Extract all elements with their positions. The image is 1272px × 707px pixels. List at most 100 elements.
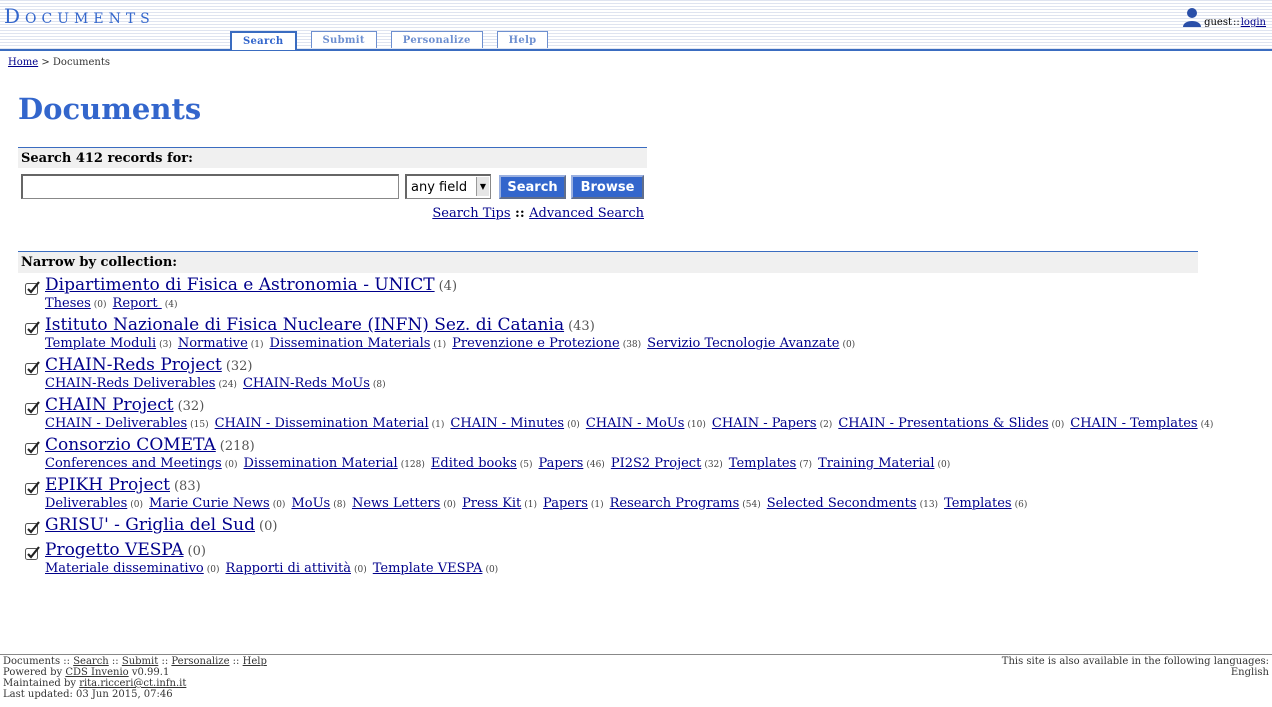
collection-link[interactable]: Dipartimento di Fisica e Astronomia - UN… bbox=[45, 275, 435, 295]
subcollection-link[interactable]: Template VESPA bbox=[373, 561, 483, 576]
subcollection-item: Deliverables (0) bbox=[45, 496, 143, 511]
subcollection-link[interactable]: News Letters bbox=[352, 496, 440, 511]
subcollection-count: (3) bbox=[159, 340, 172, 350]
breadcrumb-home[interactable]: Home bbox=[8, 57, 38, 68]
subcollection-link[interactable]: CHAIN-Reds MoUs bbox=[243, 376, 370, 391]
footer-personalize-link[interactable]: Personalize bbox=[171, 656, 229, 667]
subcollection-link[interactable]: Research Programs bbox=[610, 496, 740, 511]
user-icon bbox=[1183, 8, 1202, 27]
subcollection-link[interactable]: Prevenzione e Protezione bbox=[452, 336, 620, 351]
subcollection-item: News Letters (0) bbox=[352, 496, 456, 511]
subcollection-item: Servizio Tecnologie Avanzate (0) bbox=[647, 336, 855, 351]
subcollection-link[interactable]: Training Material bbox=[818, 456, 934, 471]
subcollection-link[interactable]: CHAIN-Reds Deliverables bbox=[45, 376, 215, 391]
subcollection-link[interactable]: Report bbox=[113, 296, 162, 311]
subcollection-count: (13) bbox=[919, 500, 939, 510]
subcollection-link[interactable]: Theses bbox=[45, 296, 91, 311]
subcollection-item: Conferences and Meetings (0) bbox=[45, 456, 237, 471]
subcollection-link[interactable]: Dissemination Material bbox=[243, 456, 397, 471]
collection-count: (83) bbox=[173, 479, 201, 494]
subcollection-item: Templates (7) bbox=[729, 456, 812, 471]
subcollection-link[interactable]: CHAIN - Templates bbox=[1070, 416, 1197, 431]
collection-checkbox-icon[interactable] bbox=[25, 546, 40, 560]
subcollection-link[interactable]: Normative bbox=[178, 336, 248, 351]
subcollection-link[interactable]: Templates bbox=[944, 496, 1012, 511]
collection-checkbox-icon[interactable] bbox=[25, 441, 40, 455]
subcollection-link[interactable]: Templates bbox=[729, 456, 797, 471]
collection-title: Consorzio COMETA (218) bbox=[45, 435, 255, 455]
maintainer-email-link[interactable]: rita.ricceri@ct.infn.it bbox=[79, 678, 186, 689]
collection-link[interactable]: CHAIN Project bbox=[45, 395, 174, 415]
search-row: any field ▼ Search Browse bbox=[18, 168, 647, 200]
subcollection-link[interactable]: Template Moduli bbox=[45, 336, 156, 351]
subcollection-link[interactable]: Conferences and Meetings bbox=[45, 456, 222, 471]
subcollection-link[interactable]: Edited books bbox=[431, 456, 517, 471]
site-logo[interactable]: Documents bbox=[4, 4, 155, 28]
login-link[interactable]: login bbox=[1241, 17, 1266, 28]
subcollection-link[interactable]: Papers bbox=[539, 456, 584, 471]
subcollection-count: (2) bbox=[819, 420, 833, 430]
subcollection-link[interactable]: PI2S2 Project bbox=[611, 456, 701, 471]
collection-link[interactable]: Istituto Nazionale di Fisica Nucleare (I… bbox=[45, 315, 564, 335]
subcollection-link[interactable]: CHAIN - MoUs bbox=[586, 416, 685, 431]
collection-link[interactable]: Progetto VESPA bbox=[45, 540, 184, 560]
subcollection-link[interactable]: Dissemination Materials bbox=[270, 336, 431, 351]
subcollection-count: (0) bbox=[443, 500, 457, 510]
tab-personalize[interactable]: Personalize bbox=[390, 31, 483, 48]
search-input[interactable] bbox=[21, 174, 399, 199]
subcollection-link[interactable]: CHAIN - Presentations & Slides bbox=[838, 416, 1048, 431]
footer-submit-link[interactable]: Submit bbox=[122, 656, 158, 667]
subcollection-link[interactable]: Press Kit bbox=[462, 496, 521, 511]
subcollection-link[interactable]: CHAIN - Papers bbox=[712, 416, 817, 431]
collection-checkbox-icon[interactable] bbox=[25, 401, 40, 415]
language-english[interactable]: English bbox=[1002, 667, 1269, 678]
subcollection-item: Materiale disseminativo (0) bbox=[45, 561, 220, 576]
subcollection-link[interactable]: Papers bbox=[543, 496, 588, 511]
advanced-search-link[interactable]: Advanced Search bbox=[529, 206, 644, 221]
subcollection-link[interactable]: Marie Curie News bbox=[149, 496, 270, 511]
subcollection-count: (0) bbox=[354, 565, 367, 575]
collection-title: Progetto VESPA (0) bbox=[45, 540, 206, 560]
tab-help[interactable]: Help bbox=[496, 31, 549, 48]
subcollection-link[interactable]: Selected Secondments bbox=[767, 496, 917, 511]
field-select-value: any field bbox=[411, 180, 468, 195]
subcollection-item: Report (4) bbox=[113, 296, 178, 311]
search-tips-link[interactable]: Search Tips bbox=[432, 206, 510, 221]
subcollection-count: (6) bbox=[1014, 500, 1028, 510]
subcollection-link[interactable]: MoUs bbox=[291, 496, 330, 511]
collection-checkbox-icon[interactable] bbox=[25, 481, 40, 495]
collection-link[interactable]: EPIKH Project bbox=[45, 475, 170, 495]
tab-submit[interactable]: Submit bbox=[310, 31, 377, 48]
footer-updated: Last updated: 03 Jun 2015, 07:46 bbox=[3, 689, 173, 700]
cds-invenio-link[interactable]: CDS Invenio bbox=[65, 667, 128, 678]
collection-link[interactable]: CHAIN-Reds Project bbox=[45, 355, 222, 375]
field-select[interactable]: any field ▼ bbox=[405, 174, 491, 199]
footer-search-link[interactable]: Search bbox=[73, 656, 109, 667]
dropdown-arrow-icon[interactable]: ▼ bbox=[476, 177, 489, 196]
collection-checkbox-icon[interactable] bbox=[25, 521, 40, 535]
subcollection-count: (0) bbox=[93, 300, 107, 310]
footer-help-link[interactable]: Help bbox=[243, 656, 267, 667]
subcollection-item: PI2S2 Project (32) bbox=[611, 456, 723, 471]
collection-checkbox-icon[interactable] bbox=[25, 321, 40, 335]
collection-title: Istituto Nazionale di Fisica Nucleare (I… bbox=[45, 315, 595, 335]
subcollection-link[interactable]: CHAIN - Deliverables bbox=[45, 416, 187, 431]
search-button[interactable]: Search bbox=[499, 175, 566, 199]
subcollection-item: CHAIN - Deliverables (15) bbox=[45, 416, 209, 431]
browse-button[interactable]: Browse bbox=[571, 175, 644, 199]
subcollection-count: (8) bbox=[372, 380, 386, 390]
collection-link[interactable]: Consorzio COMETA bbox=[45, 435, 216, 455]
subcollection-link[interactable]: Materiale disseminativo bbox=[45, 561, 204, 576]
collection-checkbox-icon[interactable] bbox=[25, 281, 40, 295]
collection-checkbox-icon[interactable] bbox=[25, 361, 40, 375]
collection-count: (43) bbox=[568, 319, 595, 334]
collection-link[interactable]: GRISU' - Griglia del Sud bbox=[45, 515, 255, 535]
subcollection-link[interactable]: CHAIN - Dissemination Material bbox=[215, 416, 429, 431]
subcollection-link[interactable]: Servizio Tecnologie Avanzate bbox=[647, 336, 839, 351]
subcollection-count: (54) bbox=[742, 500, 761, 510]
subcollection-link[interactable]: Deliverables bbox=[45, 496, 127, 511]
tab-search[interactable]: Search bbox=[230, 31, 297, 50]
subcollection-link[interactable]: CHAIN - Minutes bbox=[450, 416, 564, 431]
subcollection-link[interactable]: Rapporti di attività bbox=[226, 561, 351, 576]
breadcrumb-current: Documents bbox=[52, 57, 110, 68]
